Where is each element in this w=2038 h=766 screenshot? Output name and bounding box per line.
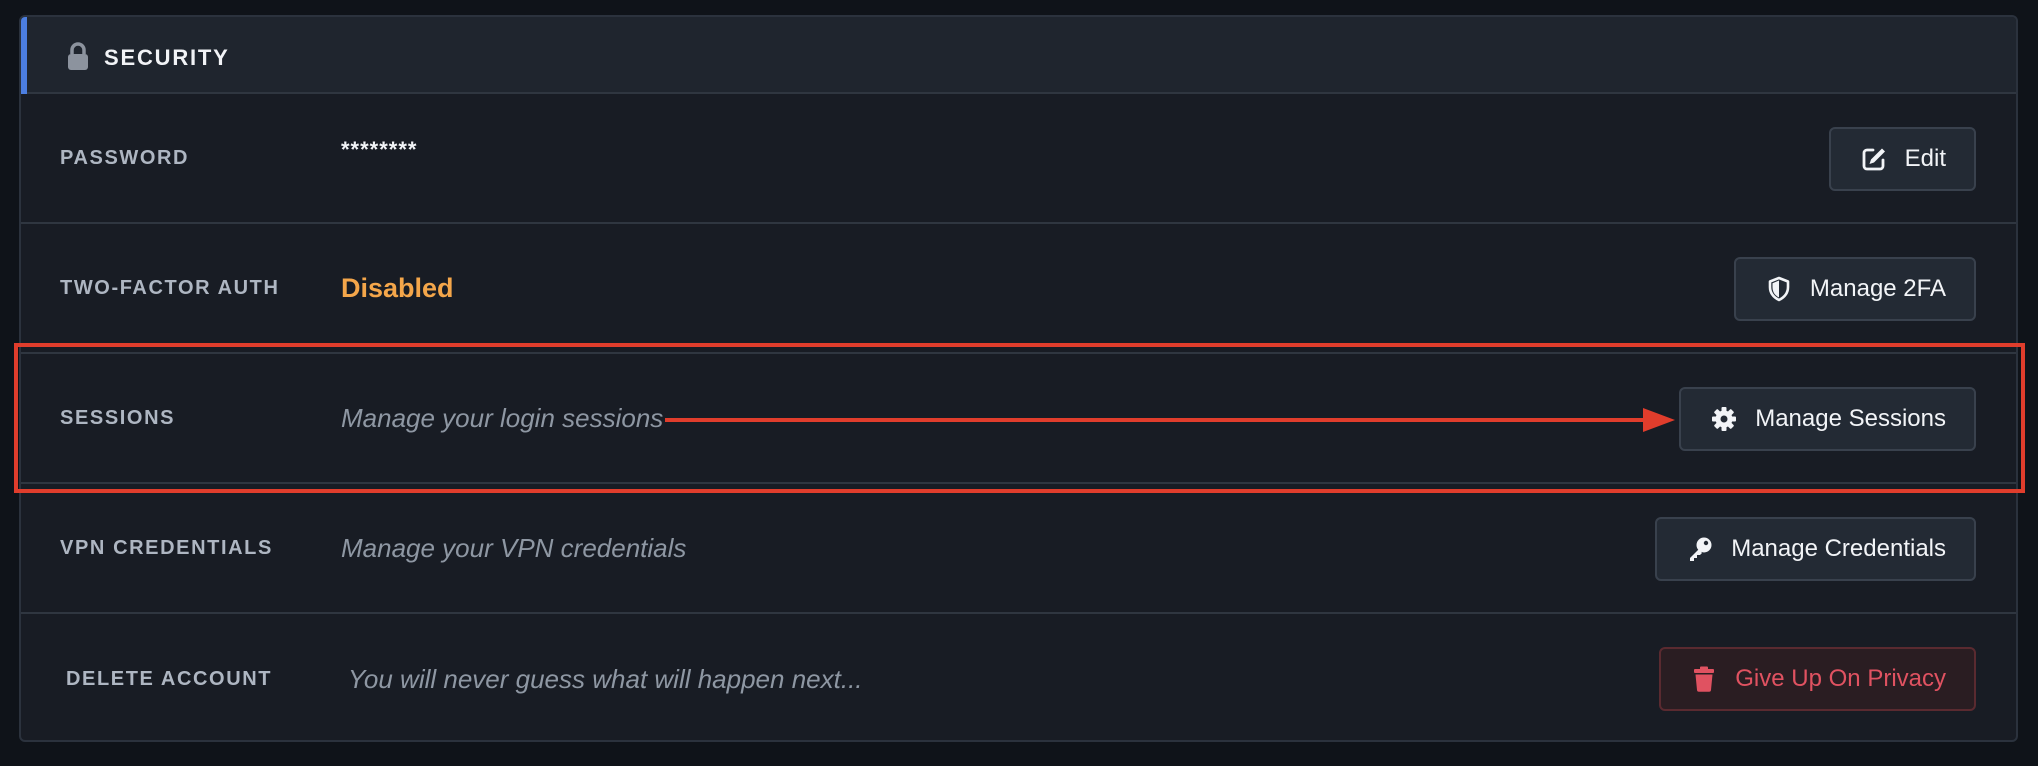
sessions-label: SESSIONS [60,406,176,429]
edit-icon [1861,146,1887,172]
manage-2fa-label: Manage 2FA [1809,275,1946,302]
accent-bar [21,17,27,94]
manage-credentials-label: Manage Credentials [1731,535,1946,562]
manage-credentials-button[interactable]: Manage Credentials [1655,517,1976,581]
password-value: ******** [341,137,418,162]
password-row: PASSWORD ******** Edit [21,94,2016,224]
security-card: SECURITY PASSWORD ******** Edit TWO-FACT… [19,15,2018,742]
shield-icon [1766,276,1792,302]
give-up-on-privacy-button[interactable]: Give Up On Privacy [1659,647,1976,711]
sessions-description: Manage your login sessions [341,402,664,433]
section-title: SECURITY [104,45,230,70]
delete-account-description: You will never guess what will happen ne… [348,663,863,694]
give-up-on-privacy-label: Give Up On Privacy [1735,665,1946,692]
trash-icon [1691,666,1717,692]
edit-button-label: Edit [1904,145,1946,172]
edit-password-button[interactable]: Edit [1828,127,1976,191]
two-factor-status: Disabled [341,272,454,303]
two-factor-label: TWO-FACTOR AUTH [60,276,280,299]
security-section-header: SECURITY [21,17,2016,94]
page: SECURITY PASSWORD ******** Edit TWO-FACT… [0,0,2038,766]
gear-icon [1711,406,1737,432]
lock-icon [65,41,91,71]
vpn-credentials-description: Manage your VPN credentials [341,532,687,563]
manage-sessions-button[interactable]: Manage Sessions [1679,387,1976,451]
vpn-credentials-label: VPN CREDENTIALS [60,536,273,559]
delete-account-label: DELETE ACCOUNT [66,667,273,690]
key-icon [1687,536,1713,562]
vpn-credentials-row: VPN CREDENTIALS Manage your VPN credenti… [21,484,2016,614]
password-label: PASSWORD [60,146,190,169]
manage-2fa-button[interactable]: Manage 2FA [1733,257,1976,321]
sessions-row: SESSIONS Manage your login sessions Mana… [21,354,2016,484]
manage-sessions-label: Manage Sessions [1755,405,1946,432]
delete-account-row: DELETE ACCOUNT You will never guess what… [21,614,2016,740]
two-factor-row: TWO-FACTOR AUTH Disabled Manage 2FA [21,224,2016,354]
